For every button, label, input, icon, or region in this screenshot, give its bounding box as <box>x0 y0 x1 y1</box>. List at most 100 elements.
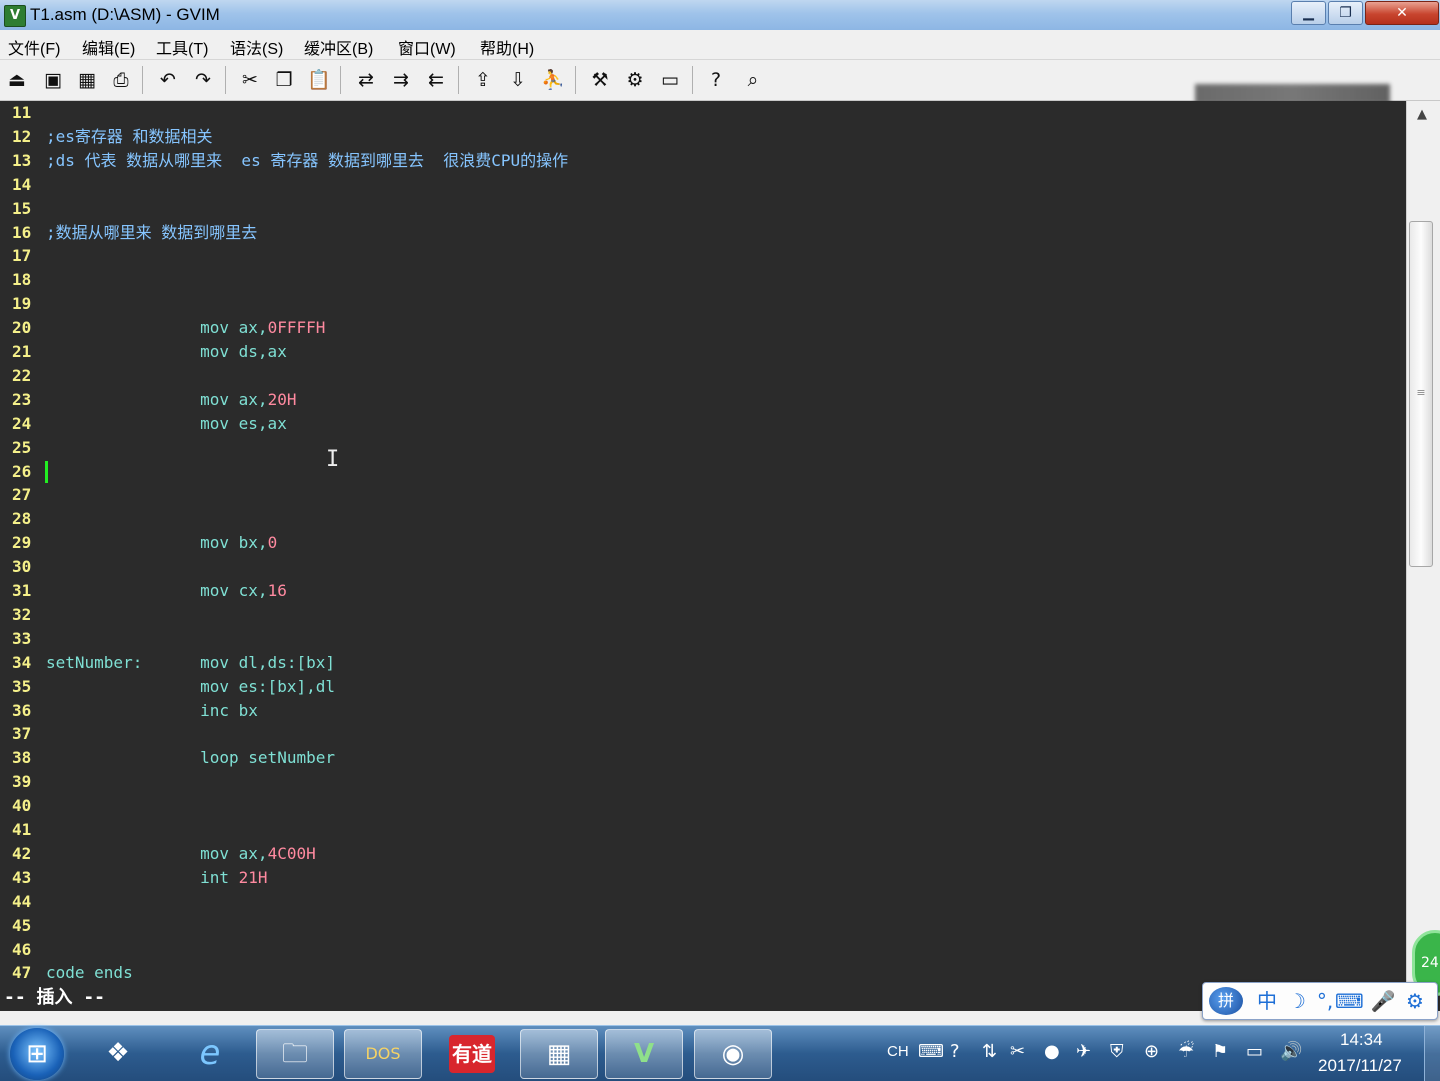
save-all-icon[interactable]: ▦ <box>74 67 100 93</box>
tray-icon-1[interactable]: ? <box>950 1040 960 1064</box>
command-line: -- 插入 -- <box>0 987 1406 1011</box>
menu-item-1[interactable]: 编辑(E) <box>82 35 135 59</box>
scroll-thumb[interactable]: ≡ <box>1409 221 1433 567</box>
code-token-kw: loop setNumber <box>46 748 335 767</box>
clock-time[interactable]: 14:34 <box>1340 1030 1383 1050</box>
shell-icon[interactable]: ⚙ <box>622 67 648 93</box>
menu-item-4[interactable]: 缓冲区(B) <box>304 35 373 59</box>
redo-icon[interactable]: ↷ <box>190 67 216 93</box>
menu-item-2[interactable]: 工具(T) <box>156 35 208 59</box>
find-help-icon[interactable]: ⌕ <box>740 67 766 93</box>
menu-item-0[interactable]: 文件(F) <box>8 35 60 59</box>
minimize-button[interactable]: ▁ <box>1291 1 1326 25</box>
tray-language-indicator[interactable]: CH <box>887 1040 909 1064</box>
code-text: ;ds 代表 数据从哪里来 es 寄存器 数据到哪里去 很浪费CPU的操作 <box>46 149 568 173</box>
save-icon[interactable]: ▣ <box>40 67 66 93</box>
open-icon[interactable]: ⏏ <box>4 67 30 93</box>
toolbar-separator <box>340 66 341 94</box>
ime-item-4-icon[interactable]: 🎤 <box>1369 987 1397 1015</box>
code-token-kw: mov ax, <box>46 390 268 409</box>
code-line: 13 ;ds 代表 数据从哪里来 es 寄存器 数据到哪里去 很浪费CPU的操作 <box>0 149 1400 173</box>
clock-date[interactable]: 2017/11/27 <box>1318 1056 1402 1076</box>
line-number: 16 <box>12 223 32 242</box>
code-line: 17 <box>0 244 1400 268</box>
tray-icon-11[interactable]: 🔊 <box>1280 1040 1302 1064</box>
replace-icon[interactable]: ⇄ <box>353 67 379 93</box>
cut-icon[interactable]: ✂ <box>237 67 263 93</box>
code-line: 33 <box>0 627 1400 651</box>
ime-logo-icon[interactable]: 拼 <box>1209 987 1243 1015</box>
scroll-up-arrow-icon[interactable]: ▲ <box>1407 103 1437 127</box>
ime-item-3-icon[interactable]: ⌨ <box>1335 987 1364 1015</box>
code-token-kw: mov bx, <box>46 533 268 552</box>
menu-item-5[interactable]: 窗口(W) <box>398 35 456 59</box>
tray-icon-8[interactable]: ☔ <box>1178 1040 1194 1064</box>
editor-area[interactable]: I 11 12 ;es寄存器 和数据相关 13 ;ds 代表 数据从哪里来 es 寄存器… <box>0 101 1406 987</box>
line-number: 21 <box>12 342 32 361</box>
copy-icon[interactable]: ❐ <box>271 67 297 93</box>
show-desktop-button[interactable] <box>1424 1026 1440 1081</box>
code-text: mov bx,0 <box>46 531 277 555</box>
youdao-icon: 有道 <box>449 1034 495 1073</box>
code-line: 18 <box>0 268 1400 292</box>
code-token-comment: ;ds 代表 数据从哪里来 es 寄存器 数据到哪里去 很浪费CPU的操作 <box>46 151 569 170</box>
taskbar-app-obs[interactable]: ◉ <box>694 1029 772 1079</box>
taskbar-app-dosbox[interactable]: DOS <box>344 1029 422 1079</box>
ime-item-0-icon[interactable]: 中 <box>1253 987 1281 1015</box>
code-token-num: 20H <box>267 390 297 409</box>
taskbar-app-ie[interactable]: e <box>172 1029 248 1077</box>
line-number: 18 <box>12 270 32 289</box>
tray-icon-9[interactable]: ⚑ <box>1212 1040 1228 1064</box>
tray-icon-0[interactable]: ⌨ <box>918 1040 944 1064</box>
taskbar-app-colorful[interactable]: ❖ <box>80 1029 156 1077</box>
tray-icon-3[interactable]: ✂ <box>1010 1040 1025 1064</box>
code-text: setNumber: mov dl,ds:[bx] <box>46 651 335 675</box>
load-session-icon[interactable]: ⇪ <box>470 67 496 93</box>
code-line: 32 <box>0 603 1400 627</box>
taskbar-app-youdao[interactable]: 有道 <box>434 1029 510 1077</box>
tray-icon-7[interactable]: ⊕ <box>1144 1040 1159 1064</box>
tray-icon-5[interactable]: ✈ <box>1076 1040 1091 1064</box>
start-button[interactable]: ⊞ <box>10 1028 64 1080</box>
vertical-scrollbar[interactable]: ▲ ≡ <box>1406 101 1440 987</box>
code-token-kw: code ends <box>46 963 133 982</box>
maximize-button[interactable]: ❐ <box>1328 1 1363 25</box>
code-line: 12 ;es寄存器 和数据相关 <box>0 125 1400 149</box>
code-line: 45 <box>0 914 1400 938</box>
print-icon[interactable]: ⎙ <box>108 67 134 93</box>
taskbar-app-calculator[interactable]: ▦ <box>520 1029 598 1079</box>
undo-icon[interactable]: ↶ <box>155 67 181 93</box>
tag-icon[interactable]: ▭ <box>657 67 683 93</box>
code-line: 26 <box>0 460 1400 484</box>
code-line: 39 <box>0 770 1400 794</box>
tray-icon-2[interactable]: ⇅ <box>982 1040 997 1064</box>
menu-item-3[interactable]: 语法(S) <box>230 35 283 59</box>
ime-item-5-icon[interactable]: ⚙ <box>1401 987 1429 1015</box>
menu-item-6[interactable]: 帮助(H) <box>480 35 534 59</box>
line-number: 24 <box>12 414 32 433</box>
tray-icon-4[interactable]: ● <box>1044 1040 1060 1064</box>
tray-icon-10[interactable]: ▭ <box>1246 1040 1263 1064</box>
help-icon[interactable]: ? <box>703 67 729 93</box>
run-script-icon[interactable]: ⛹ <box>540 67 566 93</box>
find-next-icon[interactable]: ⇉ <box>388 67 414 93</box>
menu-bar: 文件(F) 编辑(E) 工具(T) 语法(S) 缓冲区(B) 窗口(W) 帮助(H) <box>0 30 1440 60</box>
code-text: ;数据从哪里来 数据到哪里去 <box>46 221 257 245</box>
taskbar-app-explorer[interactable]: 🗀 <box>256 1029 334 1079</box>
ime-toolbar[interactable]: 拼 中 ☽ °, ⌨ 🎤 ⚙ <box>1202 982 1438 1020</box>
save-session-icon[interactable]: ⇩ <box>505 67 531 93</box>
line-number: 39 <box>12 772 32 791</box>
line-number: 40 <box>12 796 32 815</box>
code-line: 41 <box>0 818 1400 842</box>
close-button[interactable]: ✕ <box>1365 1 1439 25</box>
paste-icon[interactable]: 📋 <box>306 67 332 93</box>
taskbar-app-gvim[interactable]: V <box>605 1029 683 1079</box>
code-text: mov cx,16 <box>46 579 287 603</box>
find-prev-icon[interactable]: ⇇ <box>423 67 449 93</box>
line-number: 47 <box>12 963 32 982</box>
line-number: 25 <box>12 438 32 457</box>
tray-icon-6[interactable]: ⛨ <box>1110 1040 1124 1064</box>
line-number: 43 <box>12 868 32 887</box>
make-icon[interactable]: ⚒ <box>587 67 613 93</box>
ime-item-1-icon[interactable]: ☽ <box>1283 987 1311 1015</box>
